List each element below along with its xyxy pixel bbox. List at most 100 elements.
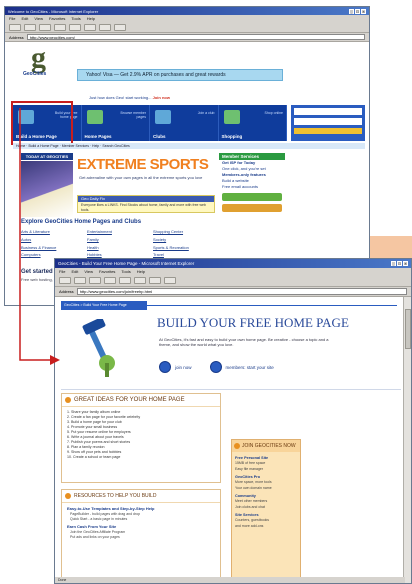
nav-tile-text: Join a club	[197, 111, 215, 115]
home-button[interactable]	[69, 24, 81, 31]
status-bar: Done	[55, 577, 405, 583]
address-input[interactable]: http://www.geocities.com/join/freehp.htm…	[76, 288, 407, 295]
join-section-title[interactable]: Community	[232, 490, 300, 498]
menu-tools[interactable]: Tools	[121, 269, 130, 274]
tagline-text: Just how does Geo! start working...	[89, 95, 152, 100]
home-button[interactable]	[119, 277, 131, 284]
menu-help[interactable]: Help	[137, 269, 145, 274]
menu-favorites[interactable]: Favorites	[99, 269, 115, 274]
divider	[147, 305, 397, 306]
minimize-button[interactable]: _	[391, 261, 396, 266]
menu-file[interactable]: File	[9, 16, 15, 21]
geocities-logo[interactable]: g GeoCities	[19, 41, 59, 81]
close-button[interactable]: ×	[361, 8, 366, 14]
nav-tile-text: Shop online	[264, 111, 284, 115]
refresh-button[interactable]	[54, 24, 66, 31]
nav-tile-label: Clubs	[153, 134, 166, 139]
ideas-panel: GREAT IDEAS FOR YOUR HOME PAGE 1. Share …	[61, 393, 221, 483]
sign-in-button[interactable]	[294, 128, 362, 134]
members-icon[interactable]	[209, 361, 222, 373]
menu-edit[interactable]: Edit	[71, 269, 78, 274]
build-tools-icon	[82, 319, 115, 377]
cart-icon	[223, 110, 240, 124]
service-link[interactable]: Free email accounts	[219, 184, 285, 190]
hero-text: Get adrenaline with your own pages in al…	[79, 175, 203, 180]
promo-button[interactable]	[222, 193, 282, 201]
password-field[interactable]	[294, 118, 362, 125]
join-section-title[interactable]: GeoCities Pro	[232, 471, 300, 479]
extreme-sports-image[interactable]	[21, 161, 73, 217]
nav-shopping[interactable]: Shop online Shopping	[219, 105, 287, 141]
resource-section-title[interactable]: Earn Cash From Your Site	[62, 521, 220, 529]
maximize-button[interactable]: □	[397, 261, 402, 266]
menu-edit[interactable]: Edit	[21, 16, 28, 21]
forward-button[interactable]	[74, 277, 86, 284]
resource-section-title[interactable]: Easy-to-Use Templates and Step-by-Step H…	[62, 503, 220, 511]
ideas-list: 1. Share your family album online 2. Cre…	[62, 407, 220, 463]
members-link[interactable]: members: start your site	[226, 365, 274, 370]
title-bar: GeoCities - Build Your Free Home Page - …	[55, 259, 411, 268]
resources-title: RESOURCES TO HELP YOU BUILD	[62, 490, 220, 503]
highlight-callout-box	[11, 101, 73, 145]
menu-tools[interactable]: Tools	[71, 16, 80, 21]
refresh-button[interactable]	[104, 277, 116, 284]
ideas-title: GREAT IDEAS FOR YOUR HOME PAGE	[62, 394, 220, 407]
today-label: TODAY AT GEOCITIES	[21, 153, 73, 160]
join-now-link[interactable]: join now	[175, 365, 192, 370]
category-link[interactable]: Shopping Center	[153, 229, 215, 236]
menu-view[interactable]: View	[34, 16, 43, 21]
toolbar	[5, 22, 369, 33]
back-button[interactable]	[9, 24, 21, 31]
stop-button[interactable]	[89, 277, 101, 284]
page-title: BUILD YOUR FREE HOME PAGE	[157, 315, 349, 330]
favorites-button[interactable]	[99, 24, 111, 31]
sub-nav-strip[interactable]: Home · Build a Home Page · Member Servic…	[13, 143, 365, 149]
nav-tile-label: Shopping	[221, 134, 243, 139]
minimize-button[interactable]: _	[349, 8, 354, 14]
banner-ad[interactable]: Yahoo! Visa — Get 2.9% APR on purchases …	[77, 69, 283, 81]
menu-favorites[interactable]: Favorites	[49, 16, 65, 21]
join-now-link[interactable]: Join now	[153, 95, 170, 100]
breadcrumb[interactable]: GeoCities > Build Your Free Home Page	[61, 301, 147, 310]
nav-clubs[interactable]: Join a club Clubs	[150, 105, 219, 141]
member-services-header: Member Services	[219, 153, 285, 160]
promo-button[interactable]	[222, 204, 282, 212]
search-button[interactable]	[134, 277, 146, 284]
menu-file[interactable]: File	[59, 269, 65, 274]
nav-home-pages[interactable]: Browse member pages Home Pages	[82, 105, 150, 141]
join-section-title[interactable]: Free Personal Site	[232, 452, 300, 460]
category-link[interactable]: Health	[87, 245, 149, 252]
stop-button[interactable]	[39, 24, 51, 31]
history-button[interactable]	[114, 24, 126, 31]
history-button[interactable]	[164, 277, 176, 284]
category-link[interactable]: Business & Finance	[21, 245, 83, 252]
close-button[interactable]: ×	[403, 261, 408, 266]
nav-tile-text: Browse member pages	[120, 111, 146, 119]
category-link[interactable]: Family	[87, 237, 149, 244]
pages-icon	[86, 110, 103, 124]
back-button[interactable]	[59, 277, 71, 284]
join-section-title[interactable]: Site Services	[232, 509, 300, 517]
scrollbar-thumb[interactable]	[405, 309, 411, 349]
resource-line[interactable]: Put ads and links on your pages	[62, 534, 220, 539]
hero-title[interactable]: EXTREME SPORTS	[77, 156, 209, 173]
category-link[interactable]: Entertainment	[87, 229, 149, 236]
join-panel-title: JOIN GEOCITIES NOW	[232, 440, 300, 452]
menu-help[interactable]: Help	[87, 16, 95, 21]
maximize-button[interactable]: □	[355, 8, 360, 14]
address-input[interactable]: http://www.geocities.com/	[26, 34, 365, 40]
vertical-scrollbar[interactable]	[403, 297, 411, 583]
page-content: GeoCities > Build Your Free Home Page BU…	[55, 297, 403, 583]
window-title: GeoCities - Build Your Free Home Page - …	[58, 261, 195, 266]
category-link[interactable]: Society	[153, 237, 215, 244]
category-link[interactable]: Sports & Recreation	[153, 245, 215, 252]
toolbar	[55, 275, 411, 287]
join-now-icon[interactable]	[159, 361, 171, 373]
category-link[interactable]: Autos	[21, 237, 83, 244]
menu-view[interactable]: View	[84, 269, 93, 274]
member-name-field[interactable]	[294, 108, 362, 115]
search-button[interactable]	[84, 24, 96, 31]
favorites-button[interactable]	[149, 277, 161, 284]
forward-button[interactable]	[24, 24, 36, 31]
category-link[interactable]: Arts & Literature	[21, 229, 83, 236]
